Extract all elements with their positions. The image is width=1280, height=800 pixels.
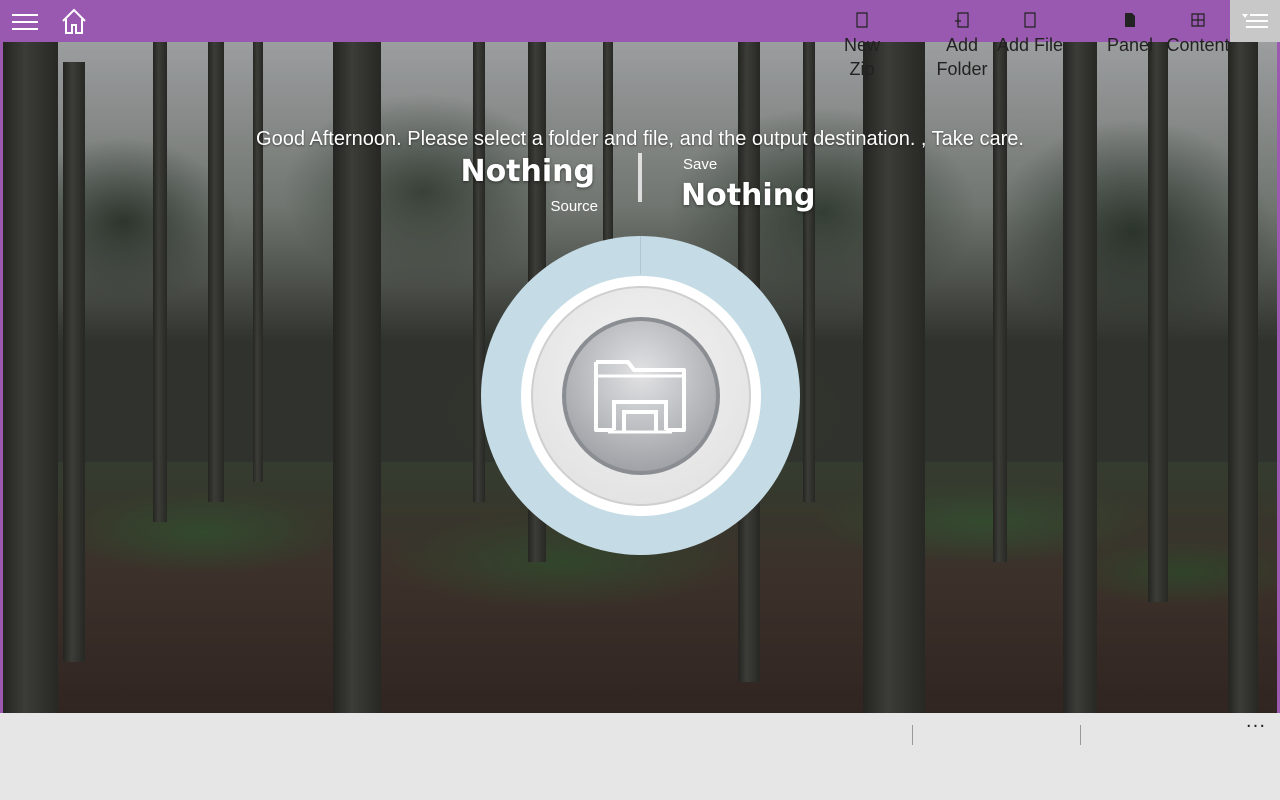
panel-icon xyxy=(1122,12,1138,28)
more-options-icon[interactable]: ··· xyxy=(1238,716,1274,746)
source-label: Source xyxy=(550,198,598,215)
hamburger-icon[interactable] xyxy=(8,8,42,36)
add-folder-button[interactable]: Add Folder xyxy=(932,0,992,87)
panel-button[interactable]: Panel xyxy=(1104,0,1156,87)
add-file-icon xyxy=(1022,12,1038,28)
new-zip-label-2: Zip xyxy=(849,59,875,79)
panel-label: Panel xyxy=(1106,35,1154,55)
source-value: Nothing xyxy=(460,154,595,189)
content-label: Content xyxy=(1166,35,1230,55)
separator xyxy=(1080,725,1081,745)
new-zip-label-1: New xyxy=(843,35,880,55)
save-value: Nothing xyxy=(681,178,816,213)
top-bar xyxy=(0,0,1280,42)
content-icon xyxy=(1190,12,1206,28)
add-folder-label-1: Add xyxy=(945,35,979,55)
content-button[interactable]: Content xyxy=(1162,0,1234,87)
save-label: Save xyxy=(683,156,718,173)
greeting-text: Good Afternoon. Please select a folder a… xyxy=(256,128,1024,150)
new-zip-icon xyxy=(854,12,870,28)
command-bar xyxy=(0,713,1280,800)
list-menu-icon[interactable] xyxy=(1230,0,1280,42)
add-folder-icon xyxy=(954,12,970,28)
add-folder-label-2: Folder xyxy=(936,59,988,79)
add-file-button[interactable]: Add File xyxy=(996,0,1064,87)
new-zip-button[interactable]: New Zip xyxy=(838,0,886,87)
home-icon[interactable] xyxy=(58,6,90,36)
add-file-label: Add File xyxy=(996,35,1064,55)
ring-marker xyxy=(640,236,641,274)
separator xyxy=(912,725,913,745)
folder-icon xyxy=(592,352,688,438)
status-divider xyxy=(638,153,642,202)
